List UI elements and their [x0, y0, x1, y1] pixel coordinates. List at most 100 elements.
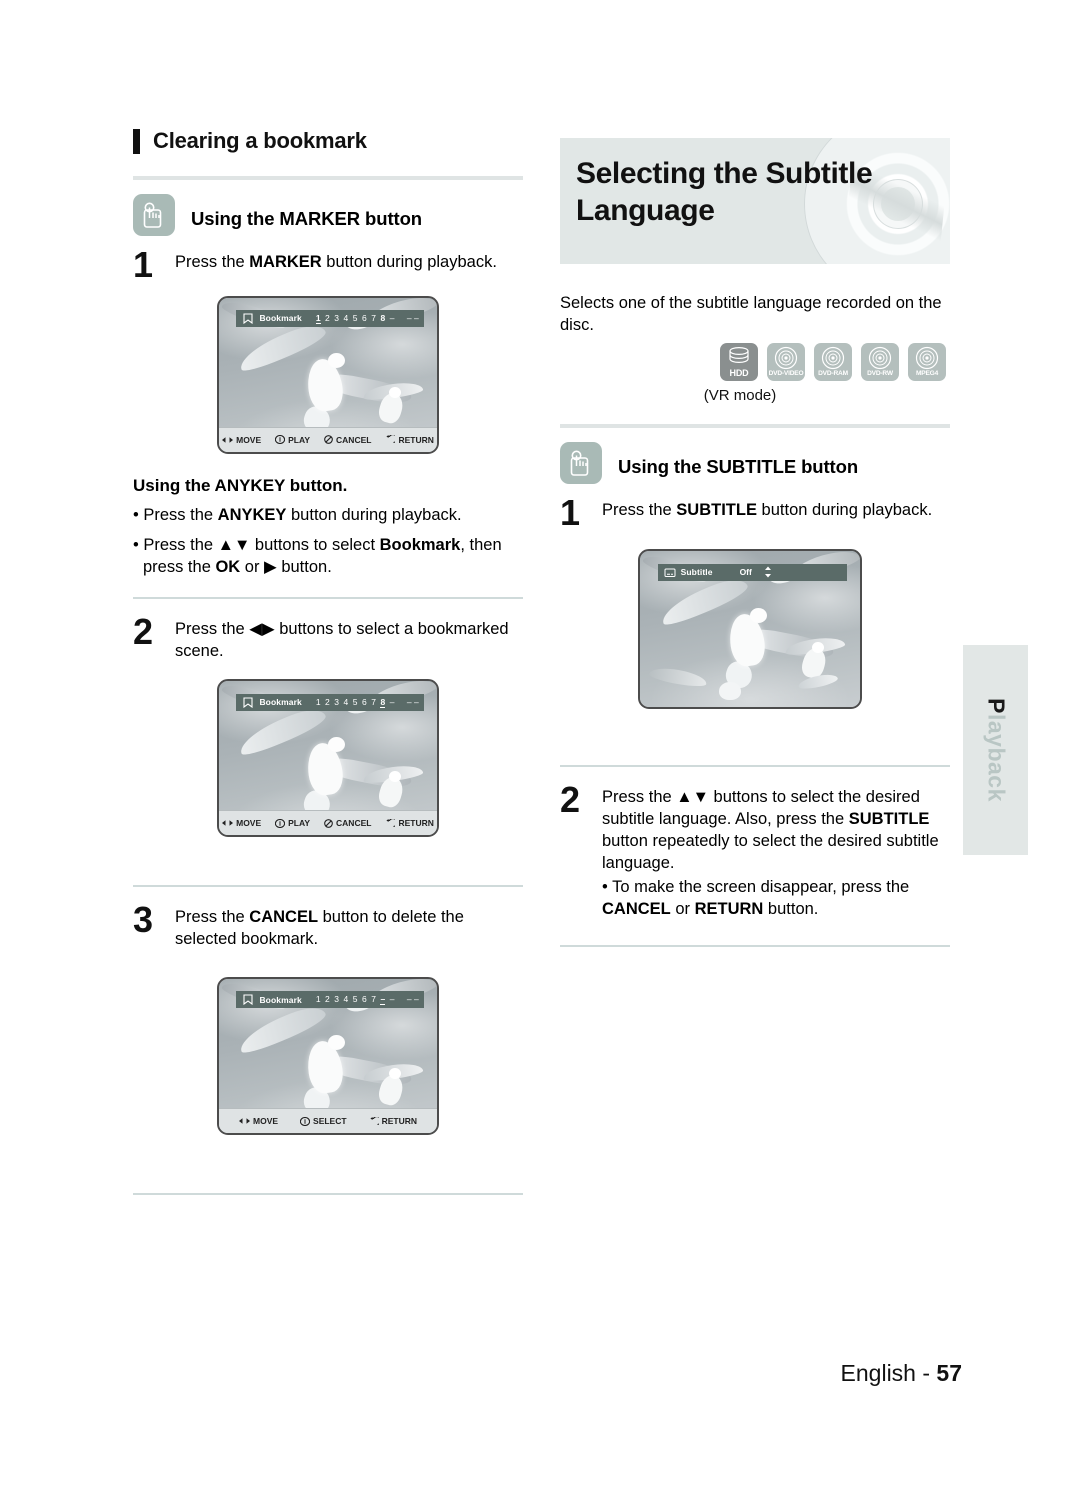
bookmark-slot: 6: [361, 696, 367, 707]
bullet-text: • Press the ▲▼ buttons to select: [133, 536, 380, 555]
step-1: 1 Press the MARKER button during playbac…: [133, 247, 523, 282]
guide-return: RETURN: [385, 818, 434, 829]
guide-move: MOVE: [222, 435, 261, 445]
side-tab-first-letter: P: [983, 698, 1009, 714]
bookmark-slot: 3: [334, 312, 340, 323]
side-tab-label: Playback: [982, 698, 1009, 802]
bullet-text: • To make the screen disappear, press th…: [602, 878, 910, 897]
bookmark-slot: 5: [352, 994, 358, 1005]
vr-mode-note: (VR mode): [703, 386, 777, 404]
ok-button-icon: [275, 435, 286, 445]
divider: [133, 597, 523, 600]
bookmark-slot: 2: [325, 696, 330, 707]
cancel-icon: [324, 435, 333, 444]
guide-return: RETURN: [385, 434, 434, 445]
side-tab-rest: layback: [983, 713, 1009, 802]
divider: [560, 945, 950, 948]
divider: [560, 423, 950, 428]
guide-label: CANCEL: [336, 434, 372, 445]
gull-shape: [750, 607, 767, 623]
bookmark-slot: 1: [315, 994, 321, 1005]
bullet-text: or ▶ button.: [240, 558, 332, 577]
step-text: Press the ▲▼ buttons to select the desir…: [602, 785, 950, 921]
section-side-tab: Playback: [963, 645, 1028, 855]
page-title: Clearing a bookmark: [133, 128, 523, 154]
step-number: 2: [560, 779, 581, 821]
bookmark-slots: 1 2 3 4 5 6 7 8 – – –: [315, 312, 419, 324]
osd-title: Bookmark: [259, 313, 302, 324]
anykey-bullet-2: • Press the ▲▼ buttons to select Bookmar…: [133, 535, 523, 579]
ok-button-icon: [300, 1116, 311, 1126]
bookmark-slot-empty: –: [389, 994, 395, 1005]
section-title-banner: Selecting the Subtitle Language: [560, 138, 950, 264]
rstep2-bullet: • To make the screen disappear, press th…: [602, 877, 950, 921]
step-2: 2 Press the ◀▶ buttons to select a bookm…: [133, 614, 523, 663]
guide-label: RETURN: [381, 1116, 417, 1127]
subtitle-icon: [664, 568, 676, 577]
right-step-2: 2 Press the ▲▼ buttons to select the des…: [560, 779, 950, 921]
subtitle-value: Off: [739, 567, 752, 578]
rstep2-text-b: button repeatedly to select the desired …: [602, 832, 939, 873]
cancel-icon: [324, 818, 333, 828]
bullet-bold: Bookmark: [379, 536, 461, 555]
bookmark-osd-bar: Bookmark 1 2 3 4 5 6 7 – – – –: [236, 991, 424, 1009]
bookmark-slot-empty: – –: [406, 994, 419, 1005]
bullet-bold: CANCEL: [602, 900, 671, 919]
step-3: 3 Press the CANCEL button to delete the …: [133, 902, 523, 951]
gull-shape: [811, 641, 824, 653]
bookmark-slot-selected-empty: –: [380, 994, 386, 1006]
bullet-bold: ANYKEY: [217, 505, 287, 524]
left-right-arrows-icon: [222, 436, 234, 443]
osd-guide-bar: MOVE SELECT RETURN: [219, 1108, 437, 1134]
disc-chip-label: MPEG4: [915, 370, 939, 378]
subtitle-subheading: Using the SUBTITLE button: [560, 441, 950, 484]
rstep1-bold: SUBTITLE: [676, 500, 757, 519]
guide-play: PLAY: [275, 435, 310, 445]
return-arrow-icon: [369, 1116, 379, 1125]
osd-guide-bar: MOVE PLAY CANCEL RETURN: [219, 426, 437, 452]
step-number: 1: [560, 491, 581, 533]
right-column: Selecting the Subtitle Language Selects …: [560, 138, 950, 965]
page-footer: English - 57: [841, 1360, 962, 1387]
divider: [133, 885, 523, 888]
guide-label: RETURN: [398, 818, 434, 829]
disc-chip-label: HDD: [729, 367, 749, 378]
footer-page-number: 57: [936, 1360, 962, 1386]
bullet-text: or: [670, 900, 695, 919]
bookmark-slot: 6: [361, 312, 367, 323]
gull-shape: [389, 386, 402, 398]
gull-shape: [719, 682, 742, 701]
osd-title: Bookmark: [259, 994, 302, 1005]
hdd-stack-icon: [729, 346, 749, 363]
guide-cancel: CANCEL: [324, 818, 371, 828]
step1-text-b: button during playback.: [321, 253, 497, 271]
disc-chip-mpeg4: MPEG4: [908, 342, 946, 381]
osd-title: Subtitle: [680, 567, 713, 578]
left-column: Clearing a bookmark Using the MARKER but…: [133, 128, 523, 1213]
disc-chip-dvd-rw: DVD-RW: [861, 342, 899, 381]
disc-icon: [774, 346, 798, 369]
marker-subheading-label: Using the MARKER button: [191, 208, 422, 229]
disc-chip-label: DVD-VIDEO: [768, 370, 804, 378]
bookmark-slot: 2: [325, 312, 330, 323]
disc-icon: [868, 346, 892, 369]
bookmark-icon: [243, 313, 253, 324]
bookmark-icon: [243, 696, 253, 708]
bookmark-slots: 1 2 3 4 5 6 7 8 – – –: [316, 697, 419, 708]
bookmark-slot: 4: [343, 994, 349, 1005]
bookmark-slot-empty: – –: [406, 312, 419, 323]
bookmark-slot: 5: [352, 312, 358, 323]
step3-bold: CANCEL: [249, 908, 319, 927]
gull-shape: [328, 1034, 345, 1050]
bullet-text: button during playback.: [286, 505, 462, 524]
disc-chip-label: DVD-RAM: [818, 370, 848, 378]
section-title-line1: Selecting the Subtitle: [576, 157, 873, 190]
guide-label: MOVE: [236, 434, 262, 445]
left-right-arrows-icon: [222, 820, 234, 827]
guide-label: RETURN: [398, 434, 434, 445]
bookmark-slot: 1: [315, 696, 321, 707]
guide-move: MOVE: [239, 1116, 278, 1126]
tv-screenshot-bookmark-1: Bookmark 1 2 3 4 5 6 7 8 – – – MOVE PLAY…: [217, 295, 439, 454]
guide-label: CANCEL: [336, 818, 372, 829]
left-right-arrows-icon: [239, 1118, 250, 1124]
